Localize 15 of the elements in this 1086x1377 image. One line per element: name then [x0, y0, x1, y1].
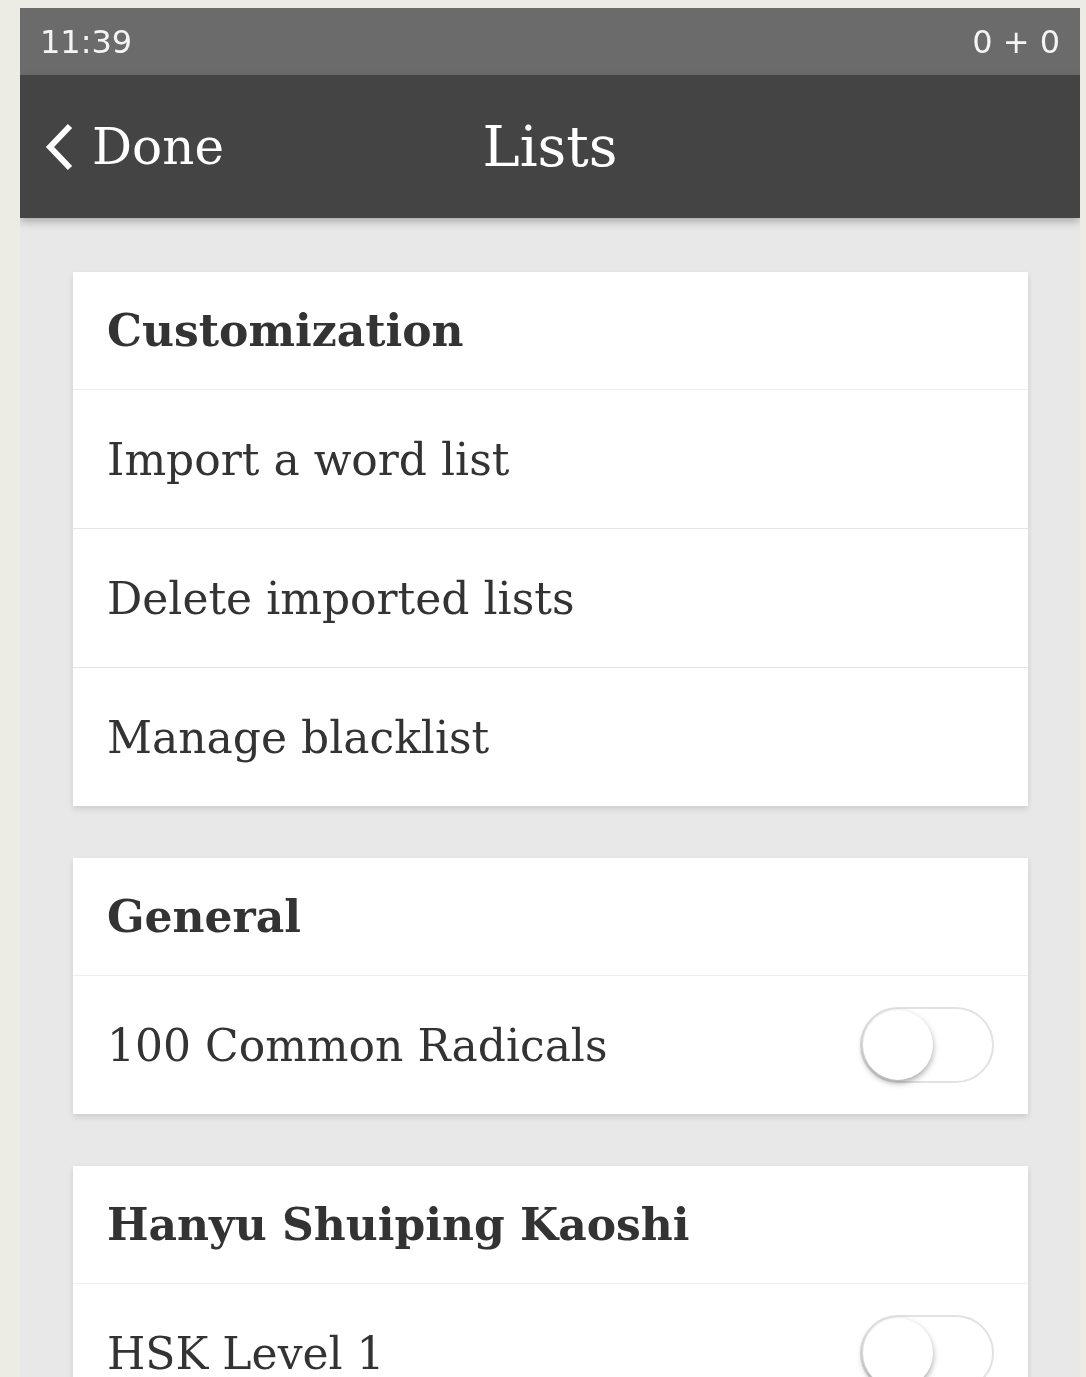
clock: 11:39: [40, 22, 133, 61]
counter: 0 + 0: [972, 22, 1060, 61]
toggle-switch[interactable]: [860, 1007, 994, 1083]
section-header: Hanyu Shuiping Kaoshi: [73, 1166, 1028, 1284]
list-label: 100 Common Radicals: [107, 1019, 608, 1071]
list-label: HSK Level 1: [107, 1327, 385, 1377]
section-header: Customization: [73, 272, 1028, 390]
section-header: General: [73, 858, 1028, 976]
screen-title: Lists: [482, 114, 618, 179]
list-item[interactable]: Delete imported lists: [73, 528, 1028, 667]
back-button[interactable]: Done: [20, 117, 224, 176]
toggle-switch[interactable]: [860, 1315, 994, 1377]
list-item[interactable]: Manage blacklist: [73, 667, 1028, 806]
list-item[interactable]: Import a word list: [73, 390, 1028, 528]
back-chevron-icon: [44, 121, 74, 172]
